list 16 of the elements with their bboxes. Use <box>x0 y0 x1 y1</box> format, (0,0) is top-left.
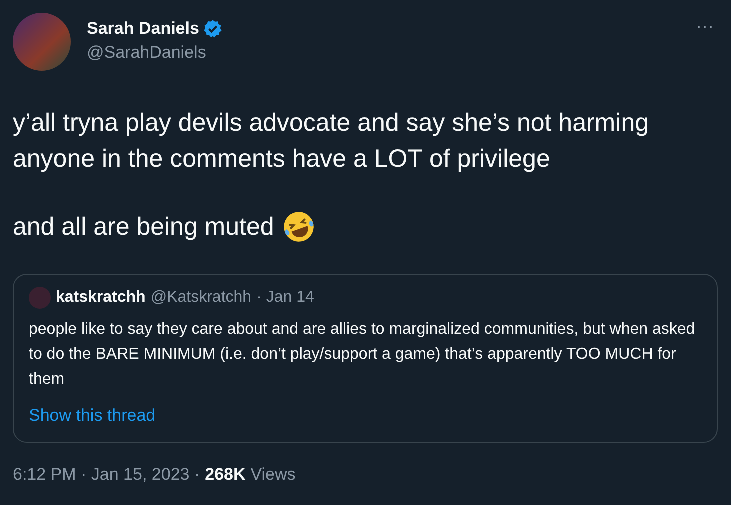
show-thread-link[interactable]: Show this thread <box>29 406 156 426</box>
more-button[interactable]: ··· <box>692 17 718 35</box>
timestamp: 6:12 PM · Jan 15, 2023 · <box>13 465 200 485</box>
views-count: 268K <box>205 465 246 485</box>
laughing-face-icon <box>282 210 316 244</box>
tweet-text: y’all tryna play devils advocate and say she’s not harming anyone in the comments have a LOT of privilege <box>13 108 650 175</box>
quoted-author-handle[interactable]: @Katskratchh <box>150 289 252 307</box>
quoted-avatar[interactable] <box>29 287 51 309</box>
quoted-author-name[interactable]: katskratchh <box>56 289 146 307</box>
quoted-text: people like to say they care about and are allies to marginalized communities, but when asked to do the BARE MINIMUM (i.e. don’t play/support a game) that’s apparently TOO MUCH for them <box>29 320 696 390</box>
author-name[interactable]: Sarah Daniels <box>87 19 200 39</box>
views-label[interactable]: Views <box>250 465 296 485</box>
tweet-text: and all are being muted <box>13 212 274 243</box>
author-handle[interactable]: @SarahDaniels <box>87 43 692 63</box>
quoted-tweet-card[interactable] <box>13 274 718 443</box>
quoted-date: · Jan 14 <box>256 289 314 307</box>
